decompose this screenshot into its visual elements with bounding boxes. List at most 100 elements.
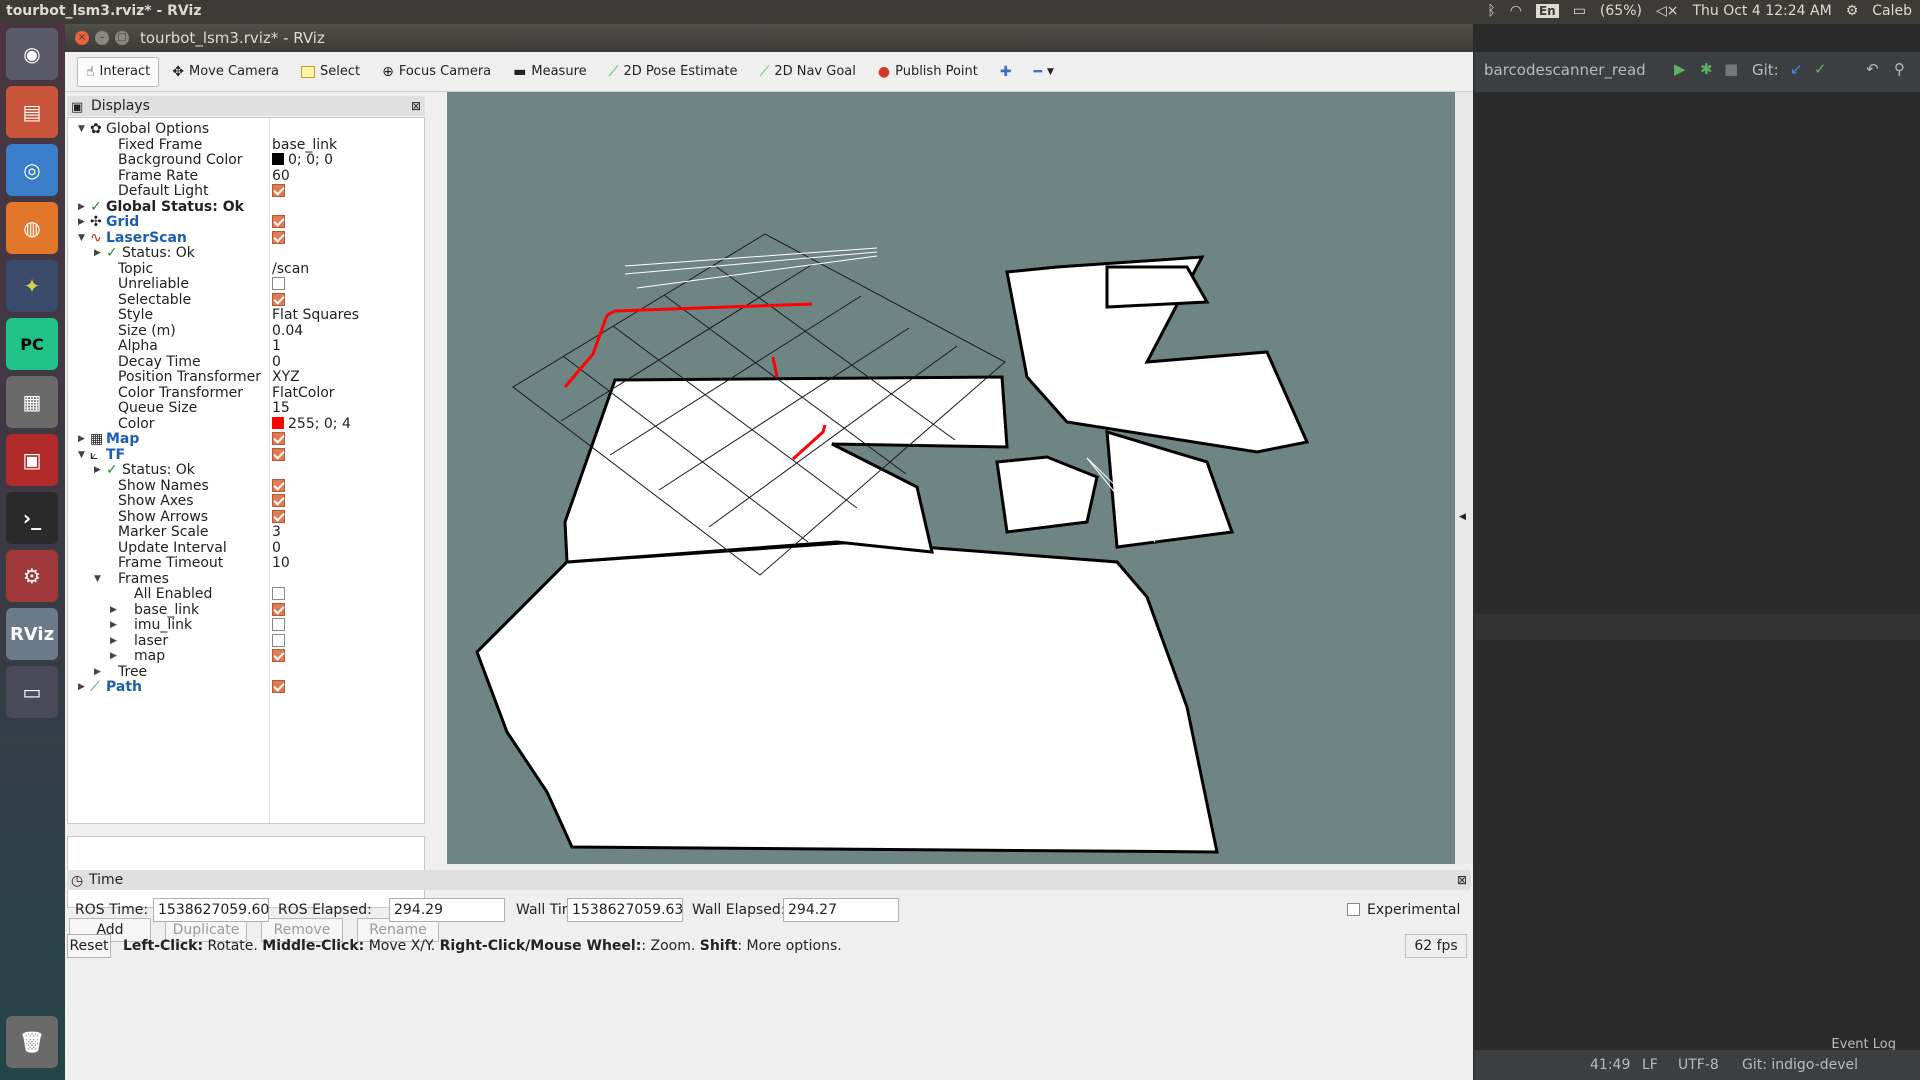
top-panel: tourbot_lsm3.rviz* - RViz ᛒ ◠ En ▭ (65%)… <box>0 0 1920 24</box>
checkbox[interactable] <box>272 230 285 244</box>
panel-splitter[interactable]: ◀ <box>1455 92 1473 864</box>
git-branch[interactable]: Git: indigo-devel <box>1742 1057 1858 1073</box>
checkbox[interactable] <box>272 494 285 507</box>
checkbox[interactable] <box>272 478 285 492</box>
hint-shift: Shift <box>699 938 738 954</box>
user-name[interactable]: Caleb <box>1872 3 1912 19</box>
terminal-icon[interactable]: ›_ <box>6 492 58 544</box>
ros-time-field[interactable]: 1538627059.60 <box>153 898 269 922</box>
screenshot-icon[interactable]: ▣ <box>6 434 58 486</box>
green-arrow-icon: ⟋ <box>608 63 619 80</box>
volume-icon[interactable]: ◁× <box>1656 3 1679 19</box>
keyboard-layout[interactable]: En <box>1535 4 1559 18</box>
workspace-icon[interactable]: ▭ <box>6 666 58 718</box>
ros-elapsed-field[interactable]: 294.29 <box>389 898 505 922</box>
displays-tree: ▼ ✿ Global Options Fixed Frame base_link Back… <box>67 117 425 824</box>
git-update-icon[interactable]: ↙ <box>1790 60 1803 78</box>
hint-right-action: : Zoom. <box>641 938 700 954</box>
line-separator[interactable]: LF <box>1642 1057 1658 1073</box>
debug-icon[interactable]: ✱ <box>1700 60 1713 78</box>
measure-tool[interactable]: ▬ Measure <box>504 57 595 87</box>
battery-percent[interactable]: (65%) <box>1600 3 1642 19</box>
checkbox[interactable] <box>272 432 285 445</box>
color-swatch[interactable] <box>272 416 284 429</box>
rviz-icon[interactable]: RViz <box>6 608 58 660</box>
occupancy-map <box>475 255 1310 854</box>
wall-elapsed-label: Wall Elapsed: <box>692 902 786 918</box>
map-region-far-right <box>1105 429 1235 549</box>
active-window-title: tourbot_lsm3.rviz* - RViz <box>6 3 202 19</box>
select-tool[interactable]: Select <box>292 57 369 86</box>
checkbox[interactable] <box>272 602 285 616</box>
add-tool-button[interactable]: ✚ <box>991 57 1021 87</box>
settings-icon[interactable]: ⚙ <box>6 550 58 602</box>
pose-estimate-tool[interactable]: ⟋ 2D Pose Estimate <box>600 57 747 87</box>
close-panel-icon[interactable]: ⊠ <box>411 96 421 116</box>
tree-row-value[interactable] <box>272 678 285 697</box>
files-icon[interactable]: ▤ <box>6 86 58 138</box>
interact-tool[interactable]: ☝ Interact <box>77 56 160 87</box>
map-region-room <box>563 375 1009 564</box>
checkbox[interactable] <box>272 633 285 647</box>
maximize-icon[interactable]: □ <box>115 31 129 45</box>
run-icon[interactable]: ▶ <box>1674 60 1686 78</box>
tree-row[interactable]: ▶ ⟋ Path <box>68 678 424 697</box>
cursor-position[interactable]: 41:49 <box>1590 1057 1630 1073</box>
revert-icon[interactable]: ↶ <box>1866 60 1879 78</box>
stop-icon[interactable]: ■ <box>1724 60 1738 78</box>
close-panel-icon[interactable]: ⊠ <box>1457 870 1467 890</box>
system-tray: ᛒ ◠ En ▭ (65%) ◁× Thu Oct 4 12:24 AM ⚙ C… <box>1487 3 1912 19</box>
wifi-icon[interactable]: ◠ <box>1510 3 1522 19</box>
ubuntu-dash-icon[interactable]: ◉ <box>6 28 58 80</box>
wall-time-field[interactable]: 1538627059.63 <box>567 898 683 922</box>
checkbox[interactable] <box>272 680 285 693</box>
publish-point-tool[interactable]: ● Publish Point <box>869 57 987 87</box>
monitor-icon: ▣ <box>71 100 84 115</box>
ruler-icon: ▬ <box>513 63 527 80</box>
clock[interactable]: Thu Oct 4 12:24 AM <box>1692 3 1831 19</box>
checkbox[interactable] <box>272 649 285 662</box>
color-swatch[interactable] <box>272 153 284 165</box>
checkbox[interactable] <box>272 618 285 631</box>
trash-icon[interactable]: 🗑 <box>6 1016 58 1068</box>
displays-panel-header: ▣ Displays ⊠ <box>67 96 425 116</box>
file-encoding[interactable]: UTF-8 <box>1678 1057 1719 1073</box>
app-icon[interactable]: ✦ <box>6 260 58 312</box>
run-config-select[interactable]: barcodescanner_read <box>1484 61 1646 79</box>
remove-tool-button[interactable]: ━ ▼ <box>1025 57 1063 87</box>
experimental-checkbox[interactable] <box>1347 903 1360 916</box>
tree-row-label: Path <box>106 679 142 695</box>
focus-camera-tool[interactable]: ⊕ Focus Camera <box>373 57 500 87</box>
battery-icon[interactable]: ▭ <box>1573 3 1586 19</box>
calculator-icon[interactable]: ▦ <box>6 376 58 428</box>
render-viewport[interactable] <box>447 92 1455 864</box>
status-bar: Reset Left-Click: Rotate. Middle-Click: … <box>65 932 1473 958</box>
ide-status-bar: 41:49 LF UTF-8 Git: indigo-devel <box>1474 1050 1920 1080</box>
collapse-arrow-icon[interactable]: ◀ <box>1459 512 1466 522</box>
checkbox[interactable] <box>272 215 285 228</box>
checkbox[interactable] <box>272 509 285 523</box>
chrome-icon[interactable]: ◎ <box>6 144 58 196</box>
minimize-icon[interactable]: – <box>95 31 109 45</box>
move-camera-tool[interactable]: ✥ Move Camera <box>163 57 288 87</box>
nav-goal-tool[interactable]: ⟋ 2D Nav Goal <box>751 57 865 87</box>
wall-elapsed-field[interactable]: 294.27 <box>783 898 899 922</box>
search-icon[interactable]: ⚲ <box>1894 60 1905 78</box>
firefox-icon[interactable]: ◍ <box>6 202 58 254</box>
checkbox[interactable] <box>272 292 285 306</box>
checkbox[interactable] <box>272 277 285 290</box>
hint-left-action: Rotate. <box>203 938 263 954</box>
current-line-highlight <box>1474 614 1920 640</box>
bluetooth-icon[interactable]: ᛒ <box>1487 3 1495 19</box>
checkbox[interactable] <box>272 587 285 600</box>
gear-icon[interactable]: ⚙ <box>1846 3 1859 19</box>
reset-button[interactable]: Reset <box>67 934 111 958</box>
checkbox[interactable] <box>272 184 285 197</box>
plus-icon: ✚ <box>999 63 1012 80</box>
chevron-right-icon[interactable]: ▶ <box>78 678 85 697</box>
path-icon: ⟋ <box>90 679 100 695</box>
close-icon[interactable]: × <box>75 31 89 45</box>
pycharm-icon[interactable]: PC <box>6 318 58 370</box>
checkbox[interactable] <box>272 447 285 461</box>
git-commit-icon[interactable]: ✓ <box>1814 60 1827 78</box>
